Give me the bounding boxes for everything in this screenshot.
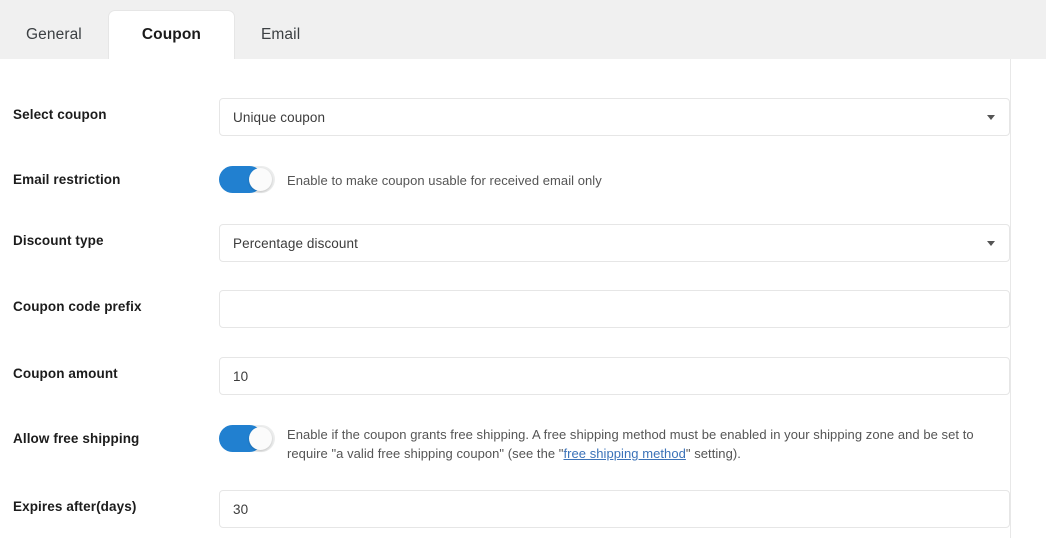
discount-type-value: Percentage discount — [233, 235, 358, 251]
select-coupon-dropdown[interactable]: Unique coupon — [219, 98, 1010, 136]
coupon-settings-page: General Coupon Email Select coupon Uniqu… — [0, 0, 1046, 538]
helper-text-part2: " setting). — [685, 446, 741, 461]
label-expires-after: Expires after(days) — [13, 499, 137, 514]
label-coupon-amount: Coupon amount — [13, 366, 118, 381]
allow-free-shipping-toggle[interactable] — [219, 425, 275, 452]
label-select-coupon: Select coupon — [13, 107, 107, 122]
tab-email-label: Email — [260, 25, 301, 43]
coupon-code-prefix-input[interactable] — [219, 290, 1010, 328]
free-shipping-method-link[interactable]: free shipping method — [563, 446, 685, 461]
row-coupon-code-prefix: Coupon code prefix — [0, 290, 1011, 328]
coupon-amount-value: 10 — [233, 368, 249, 384]
label-email-restriction: Email restriction — [13, 172, 121, 187]
row-expires-after: Expires after(days) 30 — [0, 490, 1011, 528]
email-restriction-toggle[interactable] — [219, 166, 275, 193]
label-allow-free-shipping: Allow free shipping — [13, 431, 140, 446]
tab-bar: General Coupon Email — [0, 0, 1046, 59]
coupon-amount-input[interactable]: 10 — [219, 357, 1010, 395]
tab-coupon-label: Coupon — [141, 26, 201, 43]
tab-general[interactable]: General — [0, 10, 108, 59]
tab-email[interactable]: Email — [235, 10, 326, 59]
label-discount-type: Discount type — [13, 233, 104, 248]
row-select-coupon: Select coupon Unique coupon — [0, 98, 1011, 136]
email-restriction-helper: Enable to make coupon usable for receive… — [287, 173, 602, 188]
toggle-knob — [249, 427, 272, 450]
panel-gutter — [1011, 59, 1046, 538]
row-coupon-amount: Coupon amount 10 — [0, 357, 1011, 395]
chevron-down-icon — [987, 241, 995, 246]
tab-list: General Coupon Email — [0, 10, 326, 59]
label-coupon-code-prefix: Coupon code prefix — [13, 299, 142, 314]
tab-general-label: General — [26, 25, 82, 43]
allow-free-shipping-helper: Enable if the coupon grants free shippin… — [287, 425, 1009, 463]
expires-after-input[interactable]: 30 — [219, 490, 1010, 528]
toggle-knob — [249, 168, 272, 191]
tab-coupon[interactable]: Coupon — [107, 10, 235, 59]
select-coupon-value: Unique coupon — [233, 109, 326, 125]
row-allow-free-shipping: Allow free shipping Enable if the coupon… — [0, 425, 1011, 465]
expires-after-value: 30 — [233, 501, 249, 517]
chevron-down-icon — [987, 115, 995, 120]
row-email-restriction: Email restriction Enable to make coupon … — [0, 166, 1011, 194]
discount-type-dropdown[interactable]: Percentage discount — [219, 224, 1010, 262]
row-discount-type: Discount type Percentage discount — [0, 224, 1011, 262]
